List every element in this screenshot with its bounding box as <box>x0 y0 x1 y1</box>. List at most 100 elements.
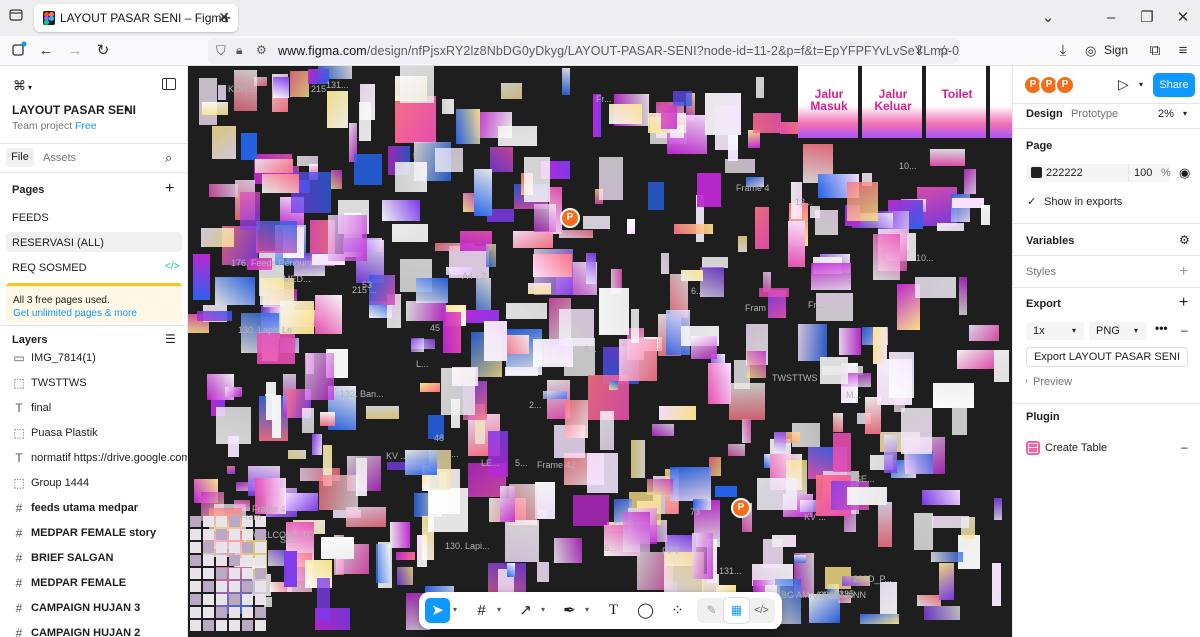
text-tool-icon[interactable]: T <box>601 598 626 623</box>
canvas-frame-thumbnail[interactable] <box>674 224 713 234</box>
canvas-frame-thumbnail[interactable] <box>216 516 227 527</box>
canvas-frame-thumbnail[interactable] <box>190 516 201 527</box>
canvas-frame-label[interactable]: 10... <box>916 253 934 263</box>
page-item-reservasi[interactable]: RESERVASI (ALL) <box>12 237 182 249</box>
canvas-frame-thumbnail[interactable] <box>905 451 933 474</box>
canvas-frame-thumbnail[interactable] <box>915 277 956 298</box>
canvas-frame-thumbnail[interactable] <box>811 263 851 290</box>
canvas-frame-label[interactable]: KOR... <box>228 84 255 94</box>
canvas-banner[interactable]: Jalur Masuk <box>798 66 858 138</box>
canvas-frame-thumbnail[interactable] <box>474 169 492 216</box>
canvas-frame-thumbnail[interactable] <box>631 309 639 343</box>
new-tab-icon[interactable]: + <box>215 8 237 28</box>
lock-icon[interactable]: 🔒︎ <box>236 43 242 58</box>
canvas-frame-thumbnail[interactable] <box>952 407 967 435</box>
preview-toggle[interactable]: Preview <box>1033 376 1072 388</box>
canvas-frame-thumbnail[interactable] <box>390 522 410 548</box>
menu-icon[interactable]: ≡ <box>1172 41 1194 61</box>
canvas-frame-thumbnail[interactable] <box>346 507 386 527</box>
present-caret-icon[interactable]: ▾ <box>1139 80 1143 89</box>
canvas-frame-thumbnail[interactable] <box>681 270 703 281</box>
layer-item[interactable]: ▭ IMG_7814(1) <box>0 346 187 371</box>
comment-tool-icon[interactable]: ◯ <box>633 598 658 623</box>
canvas-frame-label[interactable]: 6... <box>691 286 704 296</box>
canvas-frame-thumbnail[interactable] <box>573 495 609 526</box>
canvas-frame-thumbnail[interactable] <box>395 162 427 192</box>
canvas-frame-thumbnail[interactable] <box>190 529 201 540</box>
canvas-frame-label[interactable]: L... <box>416 359 429 369</box>
reload-icon[interactable]: ↻ <box>92 41 114 61</box>
canvas-frame-label[interactable]: 132. Ban... <box>340 389 384 399</box>
plugin-name[interactable]: Create Table <box>1045 442 1107 454</box>
canvas-frame-label[interactable]: 13... <box>795 197 813 207</box>
page-item-feeds[interactable]: FEEDS <box>12 212 182 224</box>
canvas-frame-thumbnail[interactable] <box>203 529 214 540</box>
canvas-frame-thumbnail[interactable] <box>505 367 538 376</box>
canvas-frame-thumbnail[interactable] <box>257 333 295 364</box>
layer-item[interactable]: # MEDPAR FEMALE <box>0 571 187 596</box>
preview-chevron-icon[interactable]: › <box>1025 376 1028 385</box>
layer-item[interactable]: # CAMPAIGN HUJAN 2 <box>0 621 187 637</box>
canvas-frame-thumbnail[interactable] <box>255 568 266 579</box>
canvas-frame-thumbnail[interactable] <box>759 288 789 297</box>
canvas-frame-thumbnail[interactable] <box>833 433 851 472</box>
canvas-frame-thumbnail[interactable] <box>262 174 299 193</box>
tab-prototype[interactable]: Prototype <box>1071 108 1118 120</box>
canvas-frame-thumbnail[interactable] <box>661 105 677 129</box>
canvas-frame-thumbnail[interactable] <box>599 288 629 335</box>
canvas-frame-thumbnail[interactable] <box>284 493 318 511</box>
page-save-icon[interactable]: ⇩ <box>914 43 925 59</box>
canvas-frame-thumbnail[interactable] <box>889 352 914 398</box>
actions-tool-icon[interactable]: ⁘ <box>665 598 690 623</box>
canvas-frame-thumbnail[interactable] <box>392 224 428 242</box>
file-name[interactable]: LAYOUT PASAR SENI <box>12 103 136 117</box>
layer-item[interactable]: # MEDPAR FEMALE story <box>0 521 187 546</box>
canvas-frame-thumbnail[interactable] <box>297 156 318 166</box>
canvas-frame-thumbnail[interactable] <box>242 594 253 605</box>
canvas-frame-thumbnail[interactable] <box>212 126 236 159</box>
canvas-frame-label[interactable]: 53 <box>362 280 372 290</box>
canvas-frame-thumbnail[interactable] <box>203 607 214 618</box>
canvas-frame-label[interactable]: Frame 4 <box>736 183 770 193</box>
canvas-frame-thumbnail[interactable] <box>847 487 887 505</box>
canvas-frame-thumbnail[interactable] <box>216 620 227 631</box>
file-name-chevron-icon[interactable]: ▾ <box>125 105 129 114</box>
layer-item[interactable]: ⬚ Group 1444 <box>0 471 187 496</box>
canvas-frame-thumbnail[interactable] <box>648 182 664 210</box>
canvas-frame-thumbnail[interactable] <box>216 568 227 579</box>
tab-file[interactable]: File <box>6 148 34 167</box>
canvas-frame-thumbnail[interactable] <box>305 353 334 400</box>
canvas-frame-thumbnail[interactable] <box>788 221 805 267</box>
canvas-frame-thumbnail[interactable] <box>255 594 266 605</box>
canvas-frame-label[interactable]: M... <box>846 390 861 400</box>
canvas-frame-thumbnail[interactable] <box>627 219 635 234</box>
canvas-frame-thumbnail[interactable] <box>780 122 798 134</box>
canvas-frame-thumbnail[interactable] <box>930 149 965 166</box>
canvas-frame-thumbnail[interactable] <box>952 198 984 208</box>
dev-mode-icon[interactable]: </> <box>749 598 774 623</box>
share-button[interactable]: Share <box>1153 73 1195 97</box>
layers-list-icon[interactable]: ☰ <box>165 332 176 346</box>
canvas-frame-thumbnail[interactable] <box>209 184 238 197</box>
canvas-frame-thumbnail[interactable] <box>229 620 240 631</box>
export-scale-select[interactable]: 1x ▾ <box>1026 322 1084 340</box>
shield-icon[interactable]: ⛉ <box>216 43 226 59</box>
canvas-frame-thumbnail[interactable] <box>700 267 724 297</box>
color-opacity[interactable]: 100 <box>1134 167 1152 179</box>
canvas-frame-thumbnail[interactable] <box>320 412 335 426</box>
canvas-frame-thumbnail[interactable] <box>190 568 201 579</box>
team-label[interactable]: Team project <box>12 120 72 132</box>
canvas-frame-thumbnail[interactable] <box>725 159 755 173</box>
canvas-frame-thumbnail[interactable] <box>600 411 614 450</box>
permissions-icon[interactable]: ⚙︎ <box>256 43 267 57</box>
canvas-frame-thumbnail[interactable] <box>873 234 900 280</box>
layer-item[interactable]: # feeds utama medpar <box>0 496 187 521</box>
canvas-frame-label[interactable]: LOGO... <box>425 449 459 459</box>
draw-mode-icon[interactable]: ✎ <box>699 598 724 623</box>
layer-item[interactable]: # BRIEF SALGAN <box>0 546 187 571</box>
canvas-frame-thumbnail[interactable] <box>661 253 669 274</box>
canvas-frame-label[interactable]: WELCOME TO <box>253 530 314 540</box>
extension-icon[interactable] <box>8 41 30 61</box>
canvas-frame-thumbnail[interactable] <box>255 555 266 566</box>
sign-in-button[interactable]: ◎ Sign in <box>1080 39 1140 80</box>
